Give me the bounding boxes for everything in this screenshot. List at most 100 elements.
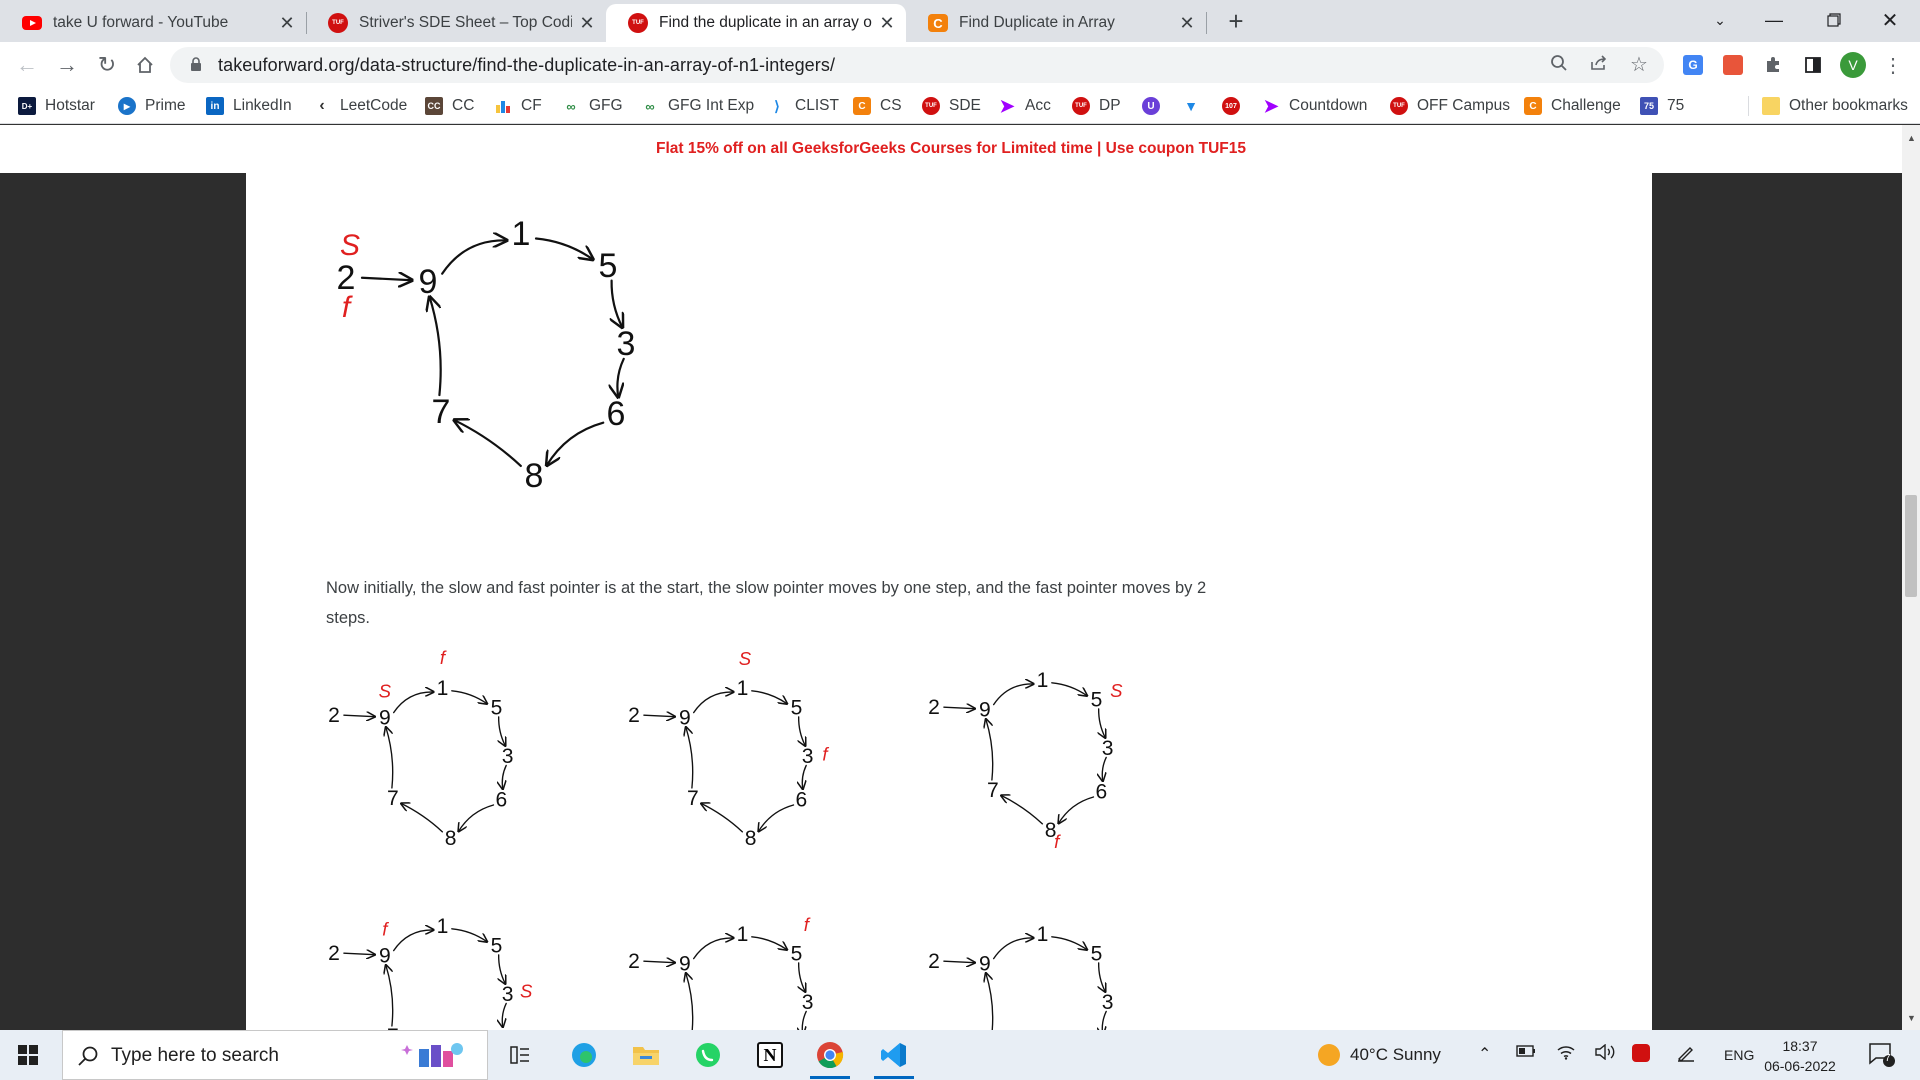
bookmark-dp[interactable]: TUF DP	[1072, 94, 1121, 118]
bookmark-hotstar[interactable]: D+ Hotstar	[18, 94, 95, 118]
reload-button[interactable]: ↻	[92, 50, 122, 80]
extensions-puzzle-icon[interactable]	[1760, 52, 1786, 78]
windows-start-icon[interactable]	[18, 1045, 38, 1065]
bookmark-u[interactable]: U	[1142, 94, 1169, 118]
arrow-n8-n7	[701, 803, 744, 833]
arrow-n7-n9	[686, 727, 694, 789]
bookmark-prime[interactable]: ▶ Prime	[118, 94, 185, 118]
extension-calendar-icon[interactable]	[1720, 52, 1746, 78]
volume-icon[interactable]	[1594, 1043, 1616, 1065]
share-icon[interactable]	[1588, 54, 1610, 76]
forward-button[interactable]: →	[52, 50, 82, 80]
arrow-n5-n3	[799, 962, 806, 992]
system-clock[interactable]: 18:37 06-06-2022	[1764, 1036, 1836, 1076]
restore-button[interactable]	[1804, 0, 1864, 40]
back-button[interactable]: ←	[12, 50, 42, 80]
close-icon[interactable]: ✕	[878, 13, 896, 34]
edge-icon[interactable]	[560, 1035, 608, 1075]
bookmark-75[interactable]: 75 75	[1640, 94, 1684, 118]
bookmark-sde[interactable]: TUF SDE	[922, 94, 981, 118]
bookmark-leetcode[interactable]: ‹ LeetCode	[313, 94, 407, 118]
arrow-n9-n1	[692, 692, 734, 714]
home-button[interactable]	[130, 50, 160, 80]
arrow-n3-n6	[1102, 1010, 1106, 1030]
tab-find-duplicate-tuf[interactable]: TUF Find the duplicate in an array of N …	[606, 4, 906, 42]
tab-sde-sheet[interactable]: TUF Striver's SDE Sheet – Top Coding ✕	[306, 4, 606, 42]
bookmark-linkedin[interactable]: in LinkedIn	[206, 94, 292, 118]
address-bar[interactable]: takeuforward.org/data-structure/find-the…	[170, 47, 1664, 83]
vscode-icon[interactable]	[870, 1035, 918, 1079]
bookmark-challenge[interactable]: C Challenge	[1524, 94, 1621, 118]
new-tab-button[interactable]: +	[1222, 7, 1250, 35]
battery-icon[interactable]	[1516, 1044, 1536, 1063]
fast-pointer-label: f	[382, 918, 389, 939]
close-icon[interactable]: ✕	[278, 13, 296, 34]
arrow-n9-n1	[992, 938, 1034, 960]
scroll-thumb[interactable]	[1905, 495, 1917, 597]
minimize-button[interactable]: —	[1744, 0, 1804, 40]
scroll-up-arrow-icon[interactable]: ▲	[1907, 133, 1916, 143]
wifi-icon[interactable]	[1556, 1044, 1576, 1065]
tuf-icon: TUF	[1072, 97, 1090, 115]
node-n9: 9	[379, 945, 391, 968]
bookmark-off-campus[interactable]: TUF OFF Campus	[1390, 94, 1510, 118]
cycle-diagram-1: 2 9 1 5 3 6 8 7 Sf	[328, 647, 513, 850]
close-window-button[interactable]: ✕	[1860, 0, 1920, 40]
bookmark-filter[interactable]: ▼	[1182, 94, 1209, 118]
tuf-tray-icon[interactable]	[1632, 1044, 1650, 1067]
weather-widget[interactable]: 40°C Sunny	[1318, 1044, 1441, 1066]
arrow-n3-n6	[802, 1010, 806, 1030]
clock-time: 18:37	[1782, 1038, 1818, 1054]
taskbar-search-box[interactable]: Type here to search	[62, 1030, 488, 1080]
close-icon[interactable]: ✕	[578, 13, 596, 34]
tab-search-icon[interactable]: ⌄	[1690, 0, 1750, 40]
menu-kebab-icon[interactable]: ⋮	[1880, 52, 1906, 78]
bookmark-clist[interactable]: ⟩ CLIST	[768, 94, 839, 118]
arrow-n6-n8	[758, 804, 795, 831]
bookmark-star-icon[interactable]: ☆	[1628, 54, 1650, 76]
pen-icon[interactable]	[1676, 1044, 1696, 1067]
bookmark-notifications[interactable]: 107	[1222, 94, 1249, 118]
bookmarks-bar: D+ Hotstar ▶ Prime in LinkedIn ‹ LeetCode CC…	[0, 88, 1920, 124]
page-scrollbar[interactable]: ▲ ▼	[1902, 125, 1920, 1030]
tab-title: Striver's SDE Sheet – Top Coding	[359, 14, 572, 31]
promo-banner[interactable]: Flat 15% off on all GeeksforGeeks Course…	[0, 125, 1902, 173]
notification-center-icon[interactable]: 7	[1868, 1042, 1896, 1073]
bookmark-cs[interactable]: C CS	[853, 94, 902, 118]
gfg-icon: ∞	[645, 98, 655, 114]
tab-find-duplicate-cn[interactable]: C Find Duplicate in Array ✕	[906, 4, 1206, 42]
scroll-down-arrow-icon[interactable]: ▼	[1907, 1013, 1916, 1023]
bookmark-codeforces[interactable]: CF	[494, 94, 542, 118]
node-n6: 6	[496, 788, 508, 811]
chevron-up-icon[interactable]: ⌃	[1478, 1044, 1491, 1064]
notion-icon[interactable]: N	[746, 1035, 794, 1075]
zoom-icon[interactable]	[1548, 54, 1570, 76]
arrow-n3-n6	[802, 764, 806, 789]
node-n8: 8	[445, 827, 457, 850]
file-explorer-icon[interactable]	[622, 1035, 670, 1075]
whatsapp-icon[interactable]	[684, 1035, 732, 1075]
bookmark-gfg[interactable]: ∞ GFG	[562, 94, 622, 118]
bookmark-codechef[interactable]: CC CC	[425, 94, 474, 118]
side-panel-icon[interactable]	[1800, 52, 1826, 78]
node-n6: 6	[1096, 780, 1108, 803]
node-n9: 9	[419, 263, 438, 301]
arrow-start-n9	[943, 961, 975, 963]
arrow-n7-n9	[386, 965, 394, 1027]
task-view-icon[interactable]	[496, 1035, 544, 1075]
bookmark-other[interactable]: Other bookmarks	[1762, 94, 1908, 118]
slow-pointer-label: S	[340, 229, 360, 262]
chrome-icon[interactable]	[806, 1035, 854, 1079]
tab-title: Find Duplicate in Array	[959, 14, 1115, 31]
bookmark-acc[interactable]: ➤ Acc	[998, 94, 1050, 118]
tab-youtube[interactable]: take U forward - YouTube ✕	[0, 4, 306, 42]
close-icon[interactable]: ✕	[1178, 13, 1196, 34]
bookmark-gfg-int-exp[interactable]: ∞ GFG Int Exp	[641, 94, 754, 118]
bookmark-countdown[interactable]: ➤ Countdown	[1262, 94, 1367, 118]
language-indicator[interactable]: ENG	[1724, 1047, 1754, 1063]
google-translate-icon[interactable]: G	[1680, 52, 1706, 78]
notification-badge-icon: 107	[1222, 97, 1240, 115]
arrow-n1-n5	[534, 237, 593, 260]
codingninjas-icon: C	[853, 97, 871, 115]
profile-avatar[interactable]: V	[1840, 52, 1866, 78]
